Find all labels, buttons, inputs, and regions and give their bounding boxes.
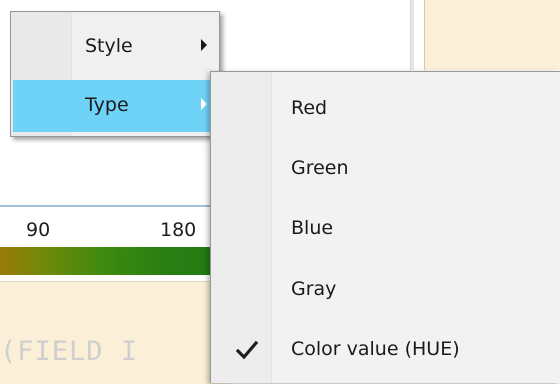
submenu-item-label: Blue: [291, 217, 334, 239]
menu-item-style[interactable]: Style: [13, 21, 217, 73]
submenu-arrow-icon: [201, 98, 207, 110]
hue-gradient-bar: [0, 247, 230, 275]
menu-item-type[interactable]: Type: [13, 80, 217, 132]
submenu-item-blue[interactable]: Blue: [213, 203, 557, 255]
submenu-item-gray[interactable]: Gray: [213, 264, 557, 316]
submenu-item-red[interactable]: Red: [213, 83, 557, 135]
submenu-arrow-icon: [201, 39, 207, 51]
type-submenu: Red Green Blue Gray Color value (HUE): [210, 71, 560, 383]
submenu-item-label: Green: [291, 157, 349, 179]
scale-label-90: 90: [26, 219, 51, 241]
editor-panel: [0, 281, 230, 384]
submenu-item-label: Color value (HUE): [291, 338, 460, 360]
context-menu: Style Type: [10, 11, 220, 137]
panel-splitter[interactable]: [410, 0, 414, 70]
menu-item-label: Style: [85, 35, 133, 57]
right-panel: [424, 0, 560, 70]
submenu-item-label: Red: [291, 97, 328, 119]
menu-item-label: Type: [85, 94, 129, 116]
submenu-item-label: Gray: [291, 278, 337, 300]
hue-scale: 90 180: [0, 205, 230, 253]
editor-text: (FIELD I: [0, 336, 139, 367]
submenu-item-green[interactable]: Green: [213, 143, 557, 195]
checkmark-icon: [233, 336, 261, 364]
scale-label-180: 180: [160, 219, 197, 241]
submenu-item-color-value-hue[interactable]: Color value (HUE): [213, 324, 557, 376]
